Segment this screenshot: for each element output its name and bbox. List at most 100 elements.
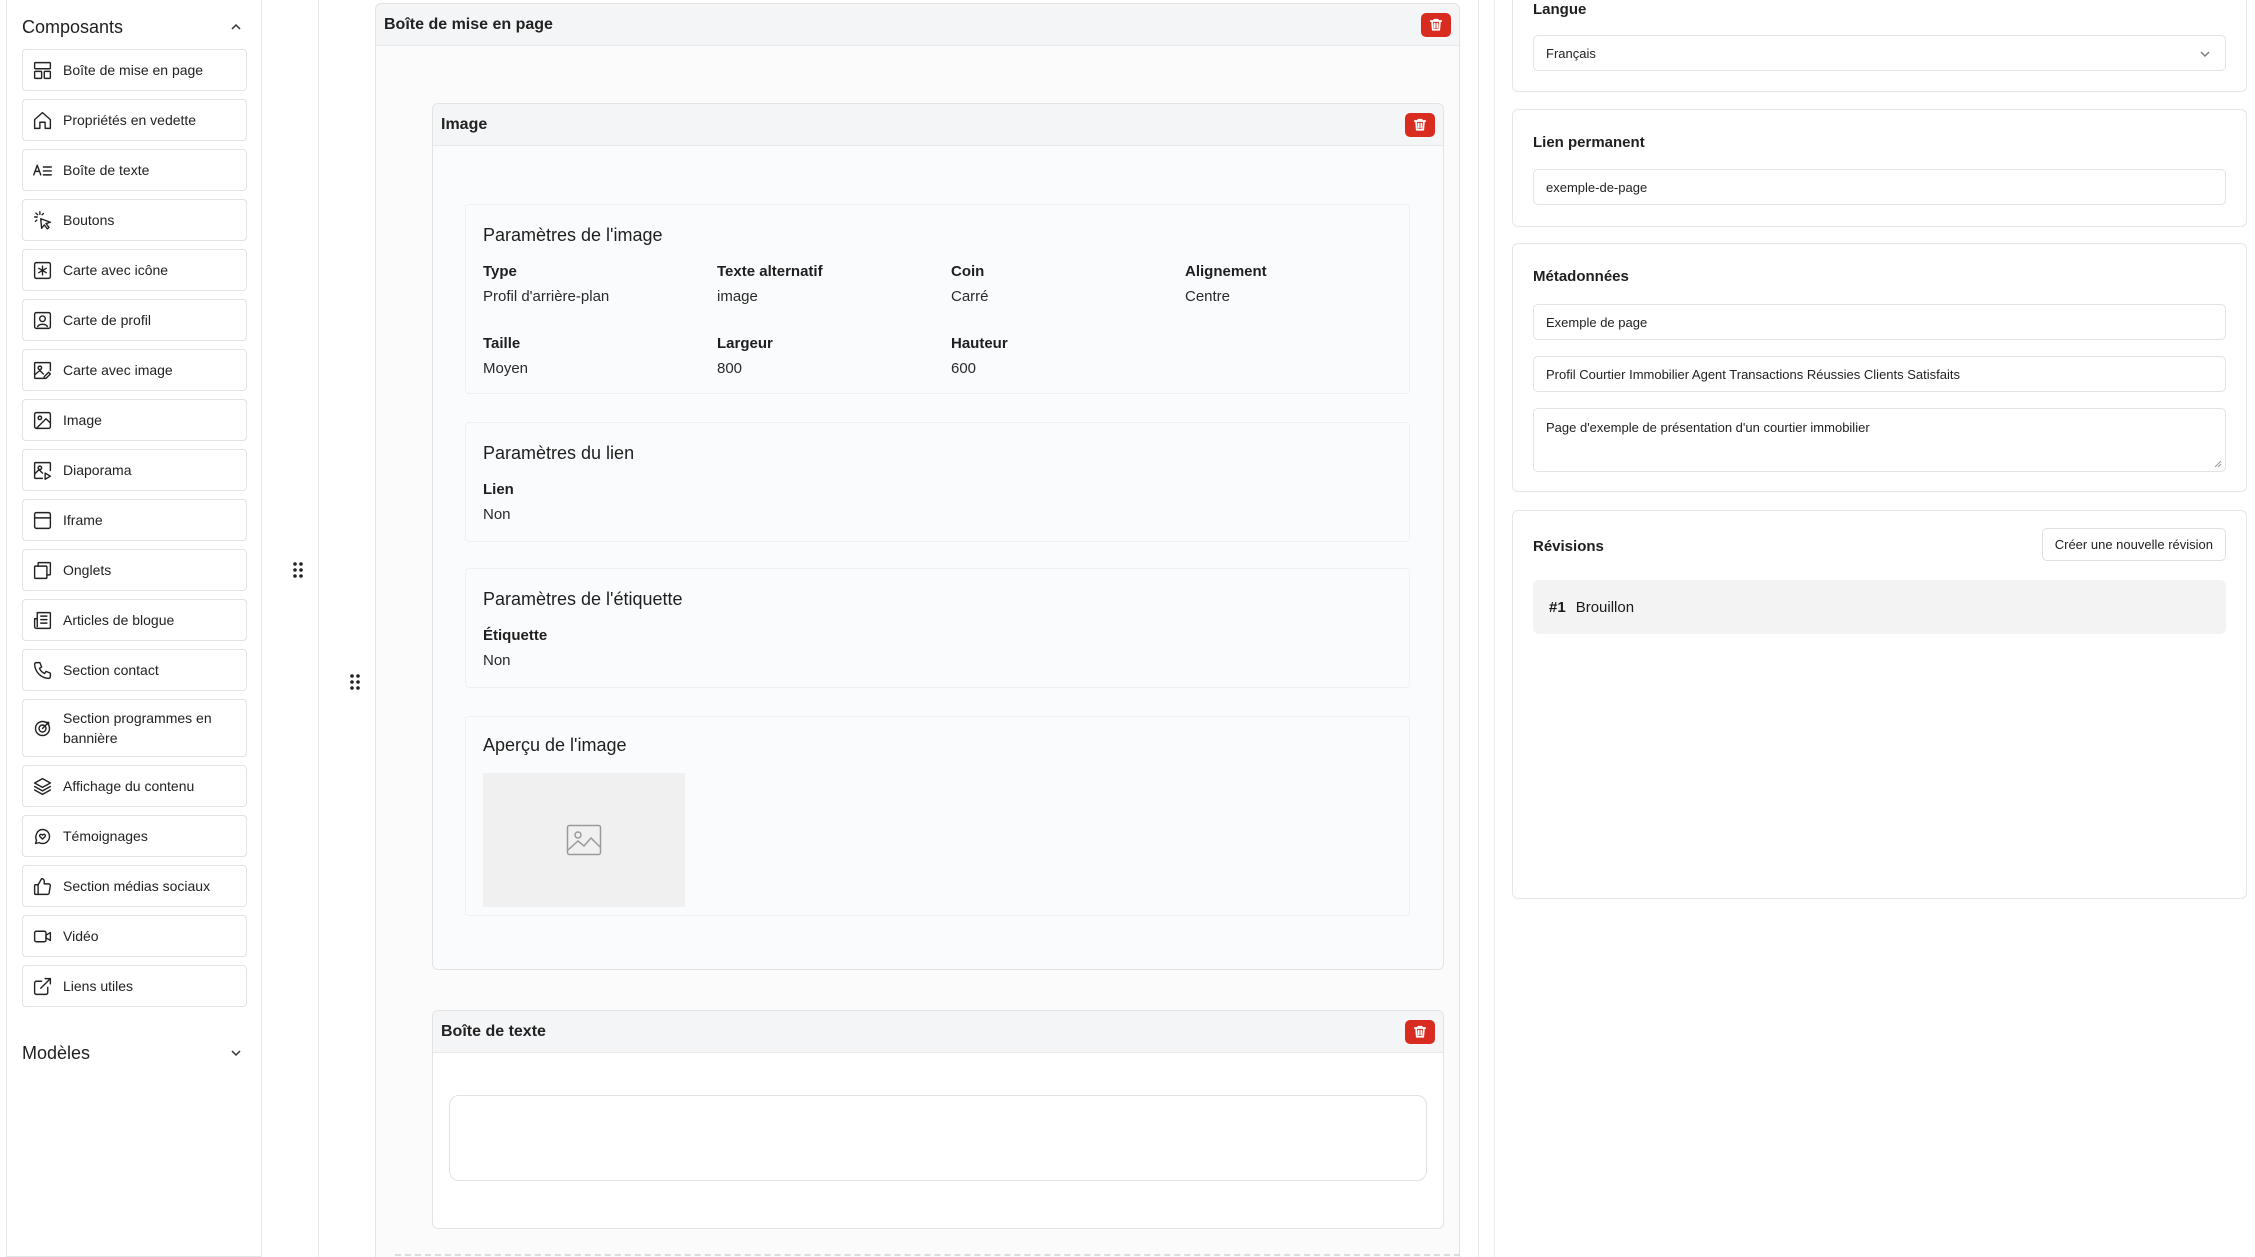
- component-layout-box[interactable]: Boîte de mise en page: [22, 49, 247, 91]
- component-label: Diaporama: [63, 462, 132, 478]
- type-field: Type Profil d'arrière-plan: [483, 263, 713, 305]
- alt-text-value: image: [717, 288, 758, 305]
- component-label: Témoignages: [63, 828, 148, 844]
- alt-text-label: Texte alternatif: [717, 263, 823, 280]
- corner-value: Carré: [951, 288, 989, 305]
- meta-description-textarea[interactable]: Page d'exemple de présentation d'un cour…: [1533, 408, 2226, 472]
- image-edit-icon: [31, 359, 53, 381]
- permalink-title: Lien permanent: [1533, 134, 1645, 151]
- component-image-card[interactable]: Carte avec image: [22, 349, 247, 391]
- component-contact-section[interactable]: Section contact: [22, 649, 247, 691]
- component-content-display[interactable]: Affichage du contenu: [22, 765, 247, 807]
- component-label: Carte avec icône: [63, 262, 169, 278]
- component-label: Liens utiles: [63, 978, 134, 994]
- component-social-media-section[interactable]: Section médias sociaux: [22, 865, 247, 907]
- language-value: Français: [1546, 45, 1596, 61]
- resize-grip-icon[interactable]: [2214, 460, 2222, 468]
- components-title: Composants: [22, 16, 124, 37]
- canvas-border-left: [318, 0, 319, 1257]
- image-placeholder-icon: [566, 824, 602, 856]
- delete-text-box-button[interactable]: [1405, 1019, 1435, 1044]
- permalink-input[interactable]: exemple-de-page: [1533, 169, 2226, 205]
- language-card: Langue Français: [1512, 0, 2247, 92]
- language-select[interactable]: Français: [1533, 35, 2226, 71]
- canvas-border-right: [1478, 0, 1479, 1257]
- layout-icon: [31, 59, 53, 81]
- link-label: Lien: [483, 481, 514, 498]
- delete-image-block-button[interactable]: [1405, 112, 1435, 137]
- component-video[interactable]: Vidéo: [22, 915, 247, 957]
- component-useful-links[interactable]: Liens utiles: [22, 965, 247, 1007]
- image-preview-title: Aperçu de l'image: [483, 735, 627, 755]
- target-icon: [31, 717, 53, 739]
- meta-title-input[interactable]: Exemple de page: [1533, 304, 2226, 340]
- meta-keywords-input[interactable]: Profil Courtier Immobilier Agent Transac…: [1533, 356, 2226, 392]
- label-settings-title: Paramètres de l'étiquette: [483, 589, 683, 609]
- component-image[interactable]: Image: [22, 399, 247, 441]
- component-label: Boîte de mise en page: [63, 62, 204, 78]
- models-title: Modèles: [22, 1042, 91, 1063]
- component-tabs[interactable]: Onglets: [22, 549, 247, 591]
- metadata-card: Métadonnées Exemple de page Profil Court…: [1512, 243, 2247, 492]
- component-featured-properties[interactable]: Propriétés en vedette: [22, 99, 247, 141]
- image-preview-placeholder: [483, 773, 685, 907]
- revisions-card: Révisions Créer une nouvelle révision #1…: [1512, 510, 2247, 899]
- link-settings-section: Paramètres du lien Lien Non: [465, 422, 1410, 542]
- label-label: Étiquette: [483, 627, 548, 644]
- text-icon: [31, 159, 53, 181]
- revision-label: Brouillon: [1575, 598, 1635, 616]
- meta-description-value: Page d'exemple de présentation d'un cour…: [1546, 420, 1870, 435]
- text-box-title: Boîte de texte: [441, 1022, 546, 1040]
- permalink-value: exemple-de-page: [1546, 179, 1648, 195]
- language-title: Langue: [1533, 1, 1587, 18]
- component-buttons[interactable]: Boutons: [22, 199, 247, 241]
- drag-handle-icon[interactable]: [291, 560, 305, 580]
- width-value: 800: [717, 360, 743, 377]
- revision-item[interactable]: #1 Brouillon: [1533, 580, 2226, 634]
- component-blog-articles[interactable]: Articles de blogue: [22, 599, 247, 641]
- component-banner-programs-section[interactable]: Section programmes en bannière: [22, 699, 247, 757]
- size-label: Taille: [483, 335, 521, 352]
- alignment-field: Alignement Centre: [1185, 263, 1415, 305]
- image-preview-section: Aperçu de l'image: [465, 716, 1410, 916]
- text-box-editor[interactable]: [449, 1095, 1427, 1181]
- phone-icon: [31, 659, 53, 681]
- component-label: Image: [63, 412, 102, 428]
- image-block-header: Image: [433, 104, 1443, 146]
- image-block-title: Image: [441, 115, 488, 133]
- component-testimonials[interactable]: Témoignages: [22, 815, 247, 857]
- chevron-down-icon: [231, 1050, 241, 1057]
- component-label: Articles de blogue: [63, 612, 175, 628]
- layout-box-header: Boîte de mise en page: [376, 4, 1459, 46]
- label-field: Étiquette Non: [483, 627, 713, 669]
- link-field: Lien Non: [483, 481, 713, 523]
- component-text-box[interactable]: Boîte de texte: [22, 149, 247, 191]
- height-value: 600: [951, 360, 977, 377]
- component-label: Iframe: [63, 512, 103, 528]
- text-box-header: Boîte de texte: [433, 1011, 1443, 1053]
- browser-icon: [31, 509, 53, 531]
- meta-title-value: Exemple de page: [1546, 314, 1648, 330]
- metadata-title: Métadonnées: [1533, 268, 1629, 285]
- label-value: Non: [483, 652, 511, 669]
- delete-layout-box-button[interactable]: [1421, 12, 1451, 37]
- chevron-up-icon: [231, 23, 241, 30]
- corner-label: Coin: [951, 263, 985, 280]
- components-list: Boîte de mise en page Propriétés en vede…: [22, 49, 247, 1015]
- component-label: Carte avec image: [63, 362, 173, 378]
- corner-field: Coin Carré: [951, 263, 1181, 305]
- models-section-toggle[interactable]: Modèles: [22, 1040, 242, 1066]
- height-label: Hauteur: [951, 335, 1008, 352]
- newspaper-icon: [31, 609, 53, 631]
- layers-icon: [31, 775, 53, 797]
- link-settings-title: Paramètres du lien: [483, 443, 635, 463]
- components-section-toggle[interactable]: Composants: [22, 14, 242, 40]
- drag-handle-icon[interactable]: [348, 672, 362, 692]
- component-label: Section programmes en bannière: [63, 710, 212, 746]
- revision-number: #1: [1549, 598, 1566, 616]
- component-slideshow[interactable]: Diaporama: [22, 449, 247, 491]
- component-iframe[interactable]: Iframe: [22, 499, 247, 541]
- component-profile-card[interactable]: Carte de profil: [22, 299, 247, 341]
- component-icon-card[interactable]: Carte avec icône: [22, 249, 247, 291]
- create-revision-button[interactable]: Créer une nouvelle révision: [2041, 528, 2226, 561]
